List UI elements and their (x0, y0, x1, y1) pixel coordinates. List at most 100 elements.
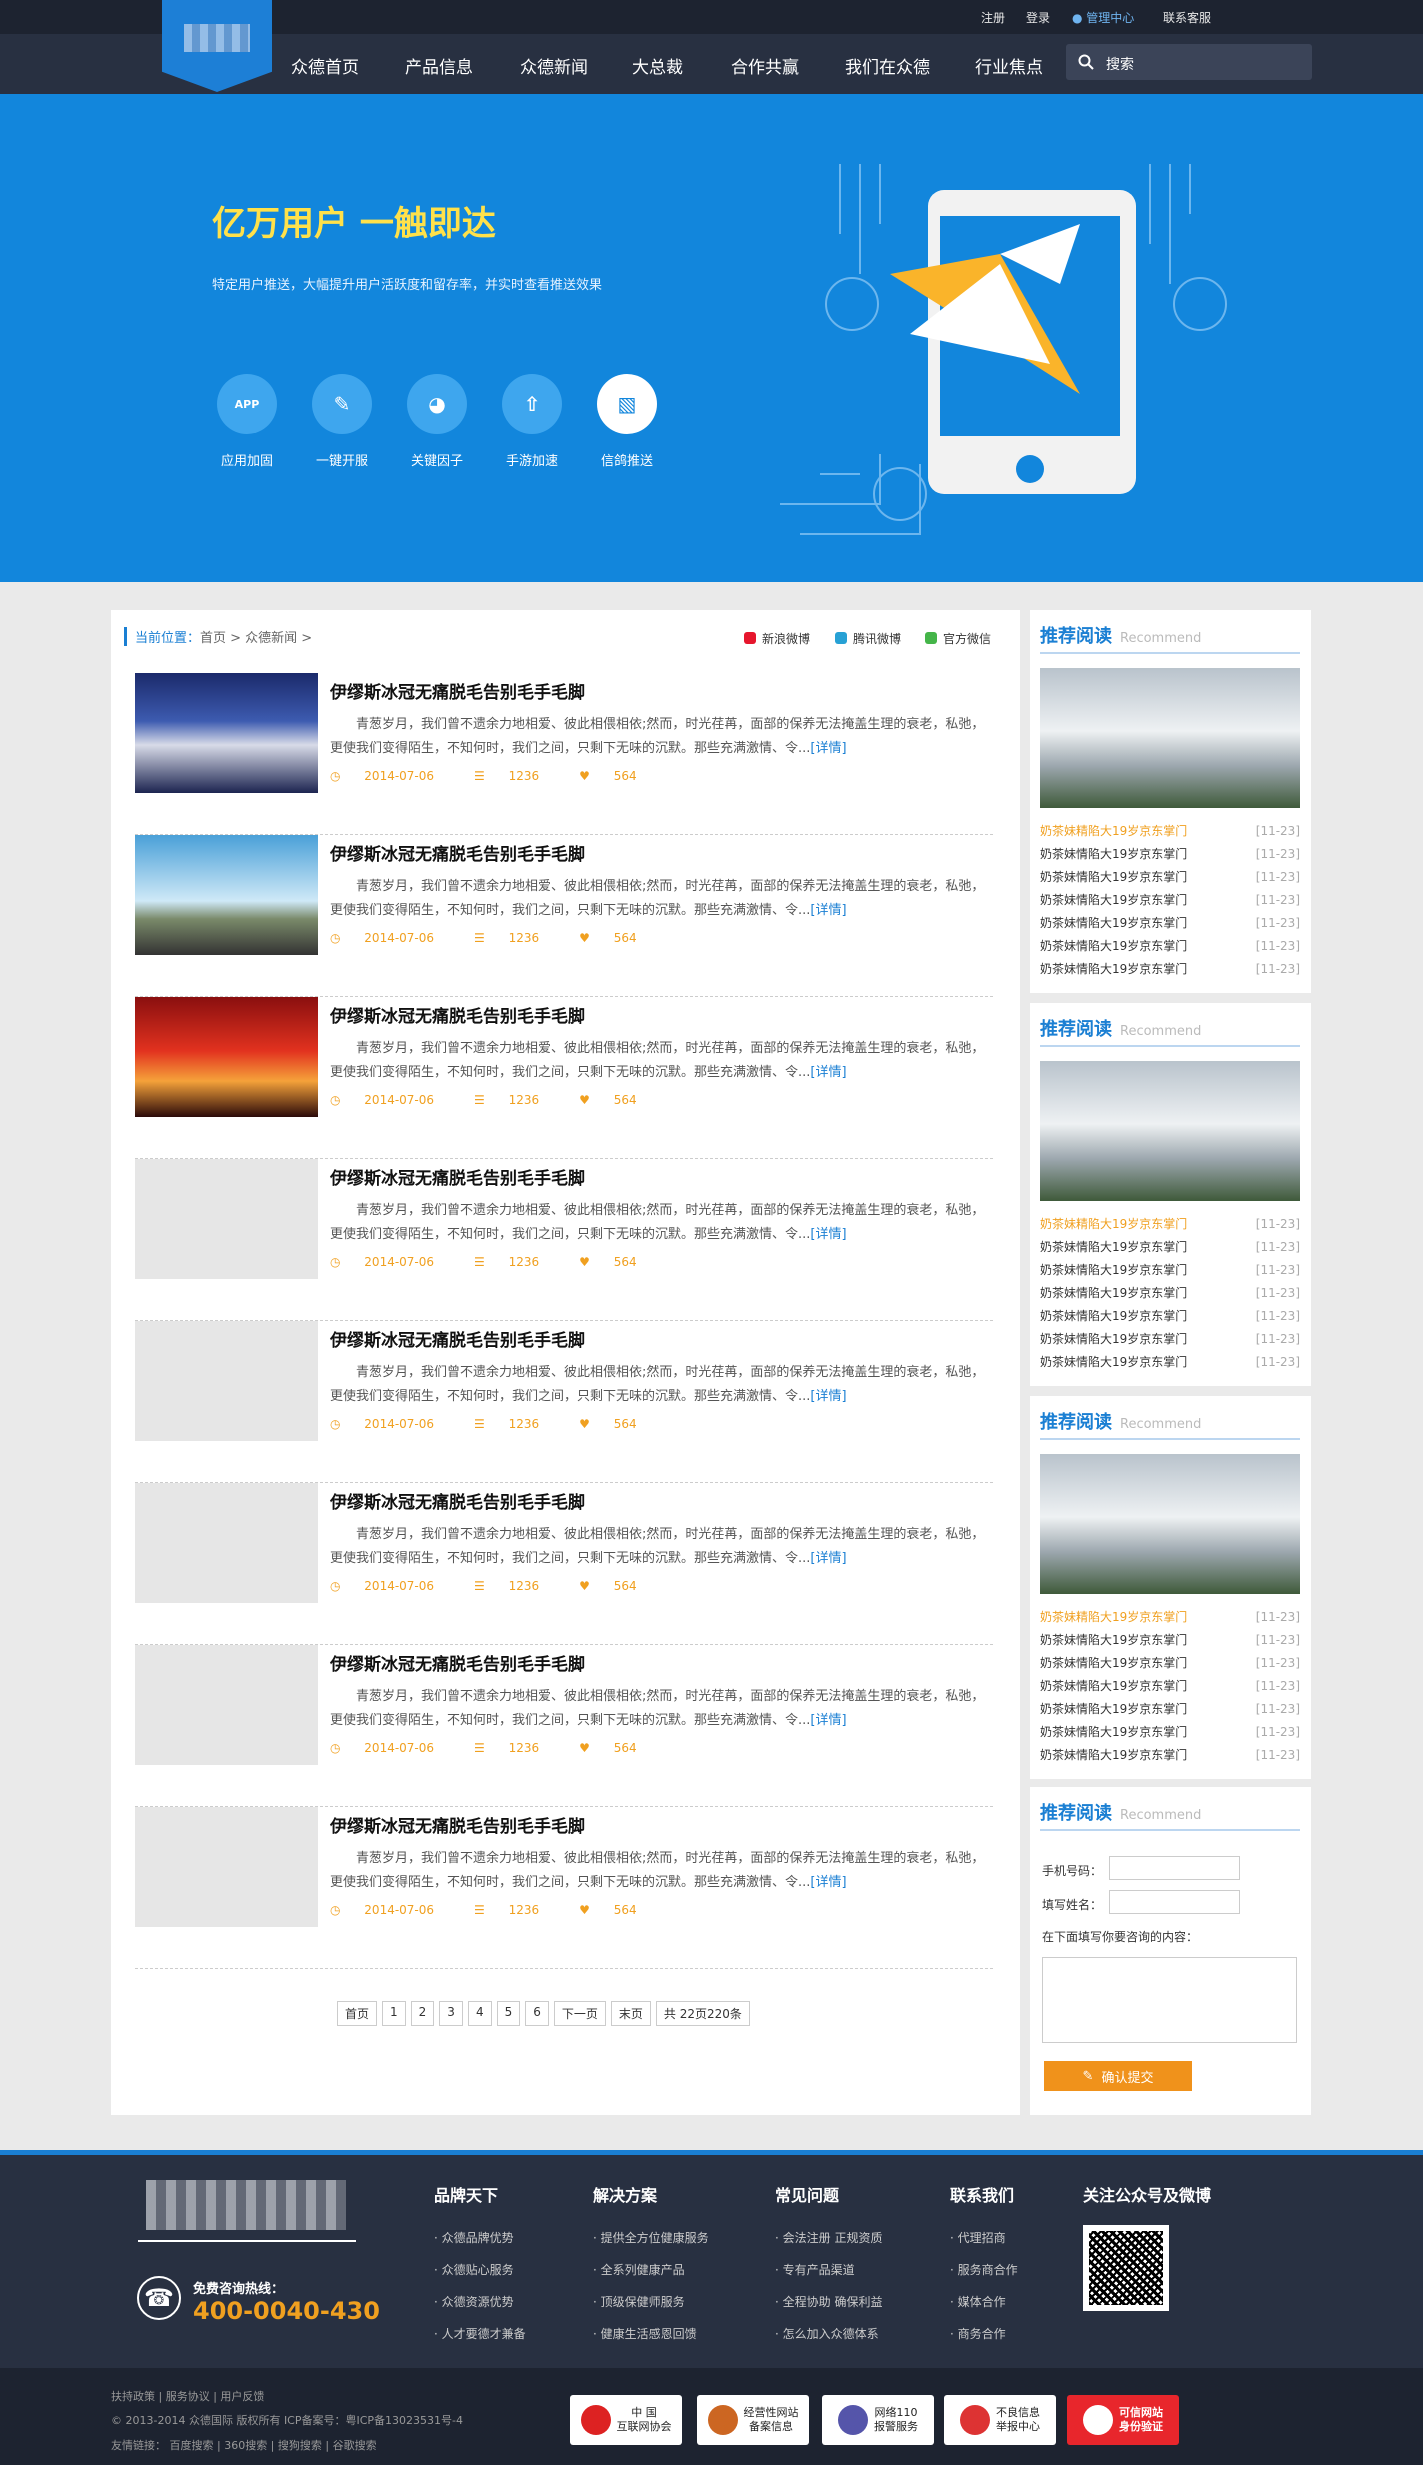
article-title[interactable]: 伊缪斯冰冠无痛脱毛告别毛手毛脚 (330, 1164, 585, 1189)
feature-5[interactable]: ▧ 信鸽推送 (582, 374, 672, 469)
recommend-item[interactable]: 奶茶妹情陷大19岁京东掌门 [11-23] (1040, 1259, 1300, 1282)
article-thumbnail[interactable] (135, 997, 318, 1117)
recommend-item[interactable]: 奶茶妹情陷大19岁京东掌门 [11-23] (1040, 935, 1300, 958)
footer-link[interactable]: · 众德品牌优势 (434, 2222, 526, 2254)
detail-link[interactable]: [详情] (810, 1065, 846, 1080)
phone-input[interactable] (1109, 1856, 1240, 1880)
recommend-item[interactable]: 奶茶妹情陷大19岁京东掌门 [11-23] (1040, 1675, 1300, 1698)
detail-link[interactable]: [详情] (810, 1713, 846, 1728)
article-item[interactable]: 伊缪斯冰冠无痛脱毛告别毛手毛脚 青葱岁月，我们曾不遗余力地相爱、彼此相偎相依;然而… (135, 1645, 993, 1807)
footer-link[interactable]: · 会法注册 正规资质 (775, 2222, 882, 2254)
footer-link[interactable]: · 服务商合作 (950, 2254, 1018, 2286)
page-link-3[interactable]: 2 (410, 2001, 435, 2026)
friend-links[interactable]: 友情链接： 百度搜索 | 360搜索 | 搜狗搜索 | 谷歌搜索 (111, 2437, 377, 2453)
police-badge[interactable]: 网络110 报警服务 (822, 2395, 934, 2445)
footer-link[interactable]: · 专有产品渠道 (775, 2254, 882, 2286)
submit-button[interactable]: ✎ 确认提交 (1044, 2061, 1192, 2091)
recommend-item[interactable]: 奶茶妹情陷大19岁京东掌门 [11-23] (1040, 1282, 1300, 1305)
page-link-8[interactable]: 下一页 (553, 2001, 606, 2026)
article-thumbnail[interactable] (135, 1483, 318, 1603)
page-link-4[interactable]: 3 (439, 2001, 463, 2026)
share-tencent[interactable]: 腾讯微博 (835, 630, 901, 647)
nav-item-4[interactable]: 大总裁 (632, 53, 683, 78)
recommend-item[interactable]: 奶茶妹精陷大19岁京东掌门 [11-23] (1040, 1606, 1300, 1629)
icp-badge[interactable]: 经营性网站 备案信息 (697, 2395, 809, 2445)
nav-item-2[interactable]: 产品信息 (405, 53, 473, 78)
footer-link[interactable]: · 怎么加入众德体系 (775, 2318, 882, 2350)
footer-link[interactable]: · 全程协助 确保利益 (775, 2286, 882, 2318)
recommend-item[interactable]: 奶茶妹精陷大19岁京东掌门 [11-23] (1040, 1213, 1300, 1236)
detail-link[interactable]: [详情] (810, 1551, 846, 1566)
recommend-item[interactable]: 奶茶妹情陷大19岁京东掌门 [11-23] (1040, 1305, 1300, 1328)
breadcrumb-path[interactable]: 首页 > 众德新闻 > (200, 631, 312, 646)
recommend-item[interactable]: 奶茶妹情陷大19岁京东掌门 [11-23] (1040, 1328, 1300, 1351)
footer-link[interactable]: · 健康生活感恩回馈 (593, 2318, 709, 2350)
article-title[interactable]: 伊缪斯冰冠无痛脱毛告别毛手毛脚 (330, 1650, 585, 1675)
detail-link[interactable]: [详情] (810, 1875, 846, 1890)
feature-2[interactable]: ✎ 一键开服 (297, 374, 387, 469)
recommend-item[interactable]: 奶茶妹情陷大19岁京东掌门 [11-23] (1040, 866, 1300, 889)
recommend-photo[interactable] (1040, 1454, 1300, 1594)
page-link-5[interactable]: 4 (467, 2001, 492, 2026)
report-badge[interactable]: 不良信息 举报中心 (944, 2395, 1056, 2445)
article-thumbnail[interactable] (135, 1807, 318, 1927)
admin-center-link[interactable]: ● 管理中心 (1072, 9, 1134, 26)
recommend-item[interactable]: 奶茶妹情陷大19岁京东掌门 [11-23] (1040, 1351, 1300, 1374)
article-item[interactable]: 伊缪斯冰冠无痛脱毛告别毛手毛脚 青葱岁月，我们曾不遗余力地相爱、彼此相偎相依;然而… (135, 835, 993, 997)
page-link-9[interactable]: 末页 (610, 2001, 651, 2026)
recommend-item[interactable]: 奶茶妹情陷大19岁京东掌门 [11-23] (1040, 958, 1300, 981)
footer-link[interactable]: · 媒体合作 (950, 2286, 1018, 2318)
login-link[interactable]: 登录 (1026, 9, 1050, 26)
detail-link[interactable]: [详情] (810, 741, 846, 756)
recommend-item[interactable]: 奶茶妹情陷大19岁京东掌门 [11-23] (1040, 1698, 1300, 1721)
article-thumbnail[interactable] (135, 835, 318, 955)
nav-item-1[interactable]: 众德首页 (291, 53, 359, 78)
footer-link[interactable]: · 众德贴心服务 (434, 2254, 526, 2286)
register-link[interactable]: 注册 (981, 9, 1005, 26)
detail-link[interactable]: [详情] (810, 1389, 846, 1404)
footer-link[interactable]: · 顶级保健师服务 (593, 2286, 709, 2318)
article-item[interactable]: 伊缪斯冰冠无痛脱毛告别毛手毛脚 青葱岁月，我们曾不遗余力地相爱、彼此相偎相依;然而… (135, 1159, 993, 1321)
footer-link[interactable]: · 全系列健康产品 (593, 2254, 709, 2286)
article-item[interactable]: 伊缪斯冰冠无痛脱毛告别毛手毛脚 青葱岁月，我们曾不遗余力地相爱、彼此相偎相依;然而… (135, 673, 993, 835)
article-item[interactable]: 伊缪斯冰冠无痛脱毛告别毛手毛脚 青葱岁月，我们曾不遗余力地相爱、彼此相偎相依;然而… (135, 1807, 993, 1969)
recommend-item[interactable]: 奶茶妹情陷大19岁京东掌门 [11-23] (1040, 1652, 1300, 1675)
page-link-7[interactable]: 6 (525, 2001, 549, 2026)
recommend-item[interactable]: 奶茶妹情陷大19岁京东掌门 [11-23] (1040, 1744, 1300, 1767)
nav-item-7[interactable]: 行业焦点 (975, 53, 1043, 78)
page-link-10[interactable]: 共 22页220条 (655, 2001, 750, 2026)
footer-link[interactable]: · 代理招商 (950, 2222, 1018, 2254)
footer-link[interactable]: · 提供全方位健康服务 (593, 2222, 709, 2254)
nav-item-5[interactable]: 合作共赢 (731, 53, 799, 78)
nav-item-3[interactable]: 众德新闻 (520, 53, 588, 78)
feature-3[interactable]: ◕ 关键因子 (392, 374, 482, 469)
nav-item-6[interactable]: 我们在众德 (845, 53, 930, 78)
article-item[interactable]: 伊缪斯冰冠无痛脱毛告别毛手毛脚 青葱岁月，我们曾不遗余力地相爱、彼此相偎相依;然而… (135, 1483, 993, 1645)
recommend-item[interactable]: 奶茶妹情陷大19岁京东掌门 [11-23] (1040, 1721, 1300, 1744)
share-wechat[interactable]: 官方微信 (925, 630, 991, 647)
recommend-item[interactable]: 奶茶妹精陷大19岁京东掌门 [11-23] (1040, 820, 1300, 843)
article-title[interactable]: 伊缪斯冰冠无痛脱毛告别毛手毛脚 (330, 678, 585, 703)
share-weibo[interactable]: 新浪微博 (744, 630, 810, 647)
detail-link[interactable]: [详情] (810, 903, 846, 918)
article-thumbnail[interactable] (135, 673, 318, 793)
recommend-item[interactable]: 奶茶妹情陷大19岁京东掌门 [11-23] (1040, 1236, 1300, 1259)
feature-4[interactable]: ⇧ 手游加速 (487, 374, 577, 469)
footer-link[interactable]: · 众德资源优势 (434, 2286, 526, 2318)
recommend-item[interactable]: 奶茶妹情陷大19岁京东掌门 [11-23] (1040, 889, 1300, 912)
article-title[interactable]: 伊缪斯冰冠无痛脱毛告别毛手毛脚 (330, 840, 585, 865)
detail-link[interactable]: [详情] (810, 1227, 846, 1242)
search-box[interactable]: 搜索 (1066, 44, 1312, 80)
name-input[interactable] (1109, 1890, 1240, 1914)
trust-badge[interactable]: 可信网站 身份验证 (1067, 2395, 1179, 2445)
recommend-item[interactable]: 奶茶妹情陷大19岁京东掌门 [11-23] (1040, 843, 1300, 866)
article-title[interactable]: 伊缪斯冰冠无痛脱毛告别毛手毛脚 (330, 1326, 585, 1351)
recommend-photo[interactable] (1040, 1061, 1300, 1201)
article-title[interactable]: 伊缪斯冰冠无痛脱毛告别毛手毛脚 (330, 1002, 585, 1027)
footer-link[interactable]: · 商务合作 (950, 2318, 1018, 2350)
feature-1[interactable]: APP 应用加固 (202, 374, 292, 469)
article-title[interactable]: 伊缪斯冰冠无痛脱毛告别毛手毛脚 (330, 1488, 585, 1513)
recommend-photo[interactable] (1040, 668, 1300, 808)
page-link-1[interactable]: 首页 (337, 2001, 378, 2026)
isc-badge[interactable]: 中 国 互联网协会 (570, 2395, 682, 2445)
